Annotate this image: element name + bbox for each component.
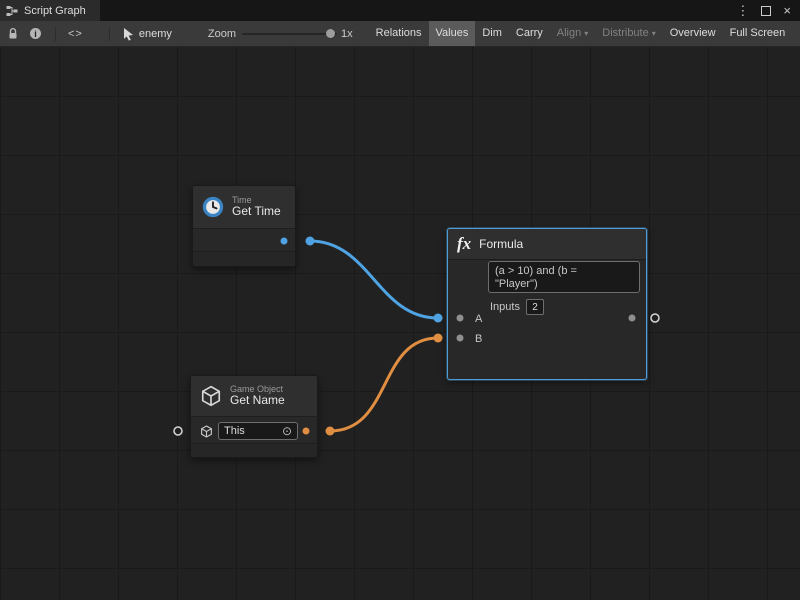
port-b-label: B	[448, 333, 482, 345]
target-object-field[interactable]: This ⊙	[218, 422, 298, 440]
toolbar-buttons: Relations Values Dim Carry Align▾ Distri…	[369, 21, 793, 46]
expression-line-2: "Player")	[495, 278, 633, 291]
distribute-button[interactable]: Distribute▾	[595, 21, 662, 46]
formula-expression-input[interactable]: (a > 10) and (b = "Player")	[488, 261, 640, 293]
code-view-icon[interactable]: <>	[68, 28, 83, 40]
zoom-slider-track[interactable]	[242, 33, 337, 35]
node-title: Get Time	[232, 205, 281, 219]
tab-title: Script Graph	[24, 5, 86, 17]
window-menu-button[interactable]: ⋮	[736, 0, 749, 21]
graph-breadcrumb[interactable]: enemy	[122, 27, 172, 41]
values-button[interactable]: Values	[429, 21, 476, 46]
graph-name: enemy	[139, 28, 172, 40]
graph-toolbar: i <> enemy Zoom 1x Relations Values Dim …	[0, 21, 800, 47]
cube-icon	[200, 385, 222, 407]
toolbar-separator	[109, 27, 110, 41]
formula-fx-icon: fx	[457, 234, 471, 254]
full-screen-button[interactable]: Full Screen	[723, 21, 793, 46]
formula-port-row-a: A	[448, 311, 646, 327]
node-get-time[interactable]: Time Get Time	[192, 185, 296, 267]
clock-icon	[202, 196, 224, 218]
lock-icon[interactable]	[7, 27, 19, 40]
script-graph-icon	[6, 5, 18, 17]
dim-button[interactable]: Dim	[475, 21, 509, 46]
chevron-down-icon: ▾	[652, 29, 656, 38]
node-formula[interactable]: fx Formula (a > 10) and (b = "Player") I…	[447, 228, 647, 380]
info-icon[interactable]: i	[30, 28, 41, 39]
node-footer	[193, 251, 295, 266]
window-maximize-button[interactable]	[761, 6, 771, 16]
zoom-slider-handle[interactable]	[326, 29, 335, 38]
port-a-label: A	[448, 313, 482, 325]
zoom-slider[interactable]	[242, 21, 337, 46]
toolbar-separator	[55, 27, 56, 41]
tab-script-graph[interactable]: Script Graph	[0, 0, 100, 21]
zoom-label: Zoom	[208, 28, 236, 40]
chevron-down-icon: ▾	[584, 29, 588, 38]
carry-button[interactable]: Carry	[509, 21, 550, 46]
titlebar: Script Graph ⋮ ×	[0, 0, 800, 21]
window-close-button[interactable]: ×	[783, 0, 791, 21]
node-formula-header[interactable]: fx Formula	[448, 229, 646, 260]
overview-button[interactable]: Overview	[663, 21, 723, 46]
window-controls: ⋮ ×	[736, 0, 800, 21]
pointer-icon	[122, 27, 134, 41]
expression-line-1: (a > 10) and (b =	[495, 265, 633, 278]
node-title: Get Name	[230, 394, 285, 408]
get-name-target-row: This ⊙	[191, 417, 317, 445]
node-get-time-header[interactable]: Time Get Time	[193, 186, 295, 229]
node-title: Formula	[479, 237, 523, 251]
node-get-name[interactable]: Game Object Get Name This ⊙	[190, 375, 318, 458]
align-button[interactable]: Align▾	[550, 21, 595, 46]
formula-port-row-b: B	[448, 331, 646, 347]
zoom-value: 1x	[341, 28, 353, 40]
node-get-name-header[interactable]: Game Object Get Name	[191, 376, 317, 417]
graph-canvas[interactable]	[0, 46, 800, 600]
target-object-value: This	[224, 425, 245, 437]
cube-icon	[200, 425, 213, 438]
object-picker-icon[interactable]: ⊙	[282, 425, 292, 437]
node-footer	[191, 443, 317, 457]
relations-button[interactable]: Relations	[369, 21, 429, 46]
